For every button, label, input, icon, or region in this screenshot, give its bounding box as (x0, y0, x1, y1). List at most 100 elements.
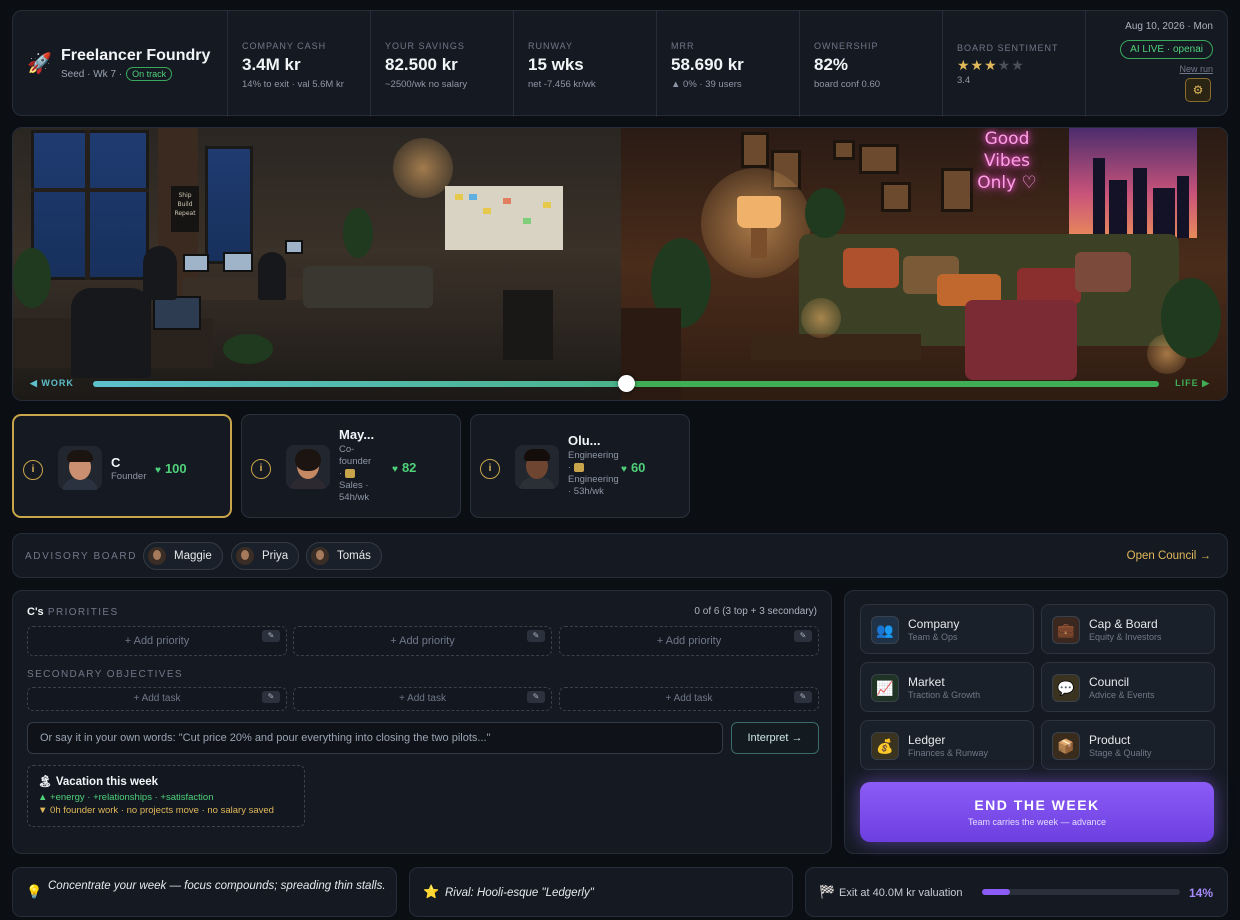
motivation-poster: Ship Build Repeat (171, 186, 199, 232)
money-bag-icon: 💰 (871, 732, 899, 760)
stat-sub: ▲ 0% · 39 users (671, 79, 742, 90)
end-week-button[interactable]: END THE WEEK Team carries the week — adv… (860, 782, 1214, 842)
end-week-label: END THE WEEK (974, 797, 1100, 813)
people-icon: 👥 (871, 616, 899, 644)
stat-value: 3.4M kr (242, 55, 301, 74)
stat-board-sentiment: BOARD SENTIMENT ★★★★★ 3.4 (942, 11, 1085, 117)
edit-icon[interactable]: ✎ (794, 630, 812, 642)
briefcase-icon: 💼 (1052, 616, 1080, 644)
stat-label: BOARD SENTIMENT (957, 43, 1059, 53)
heart-icon: ♥ (392, 464, 398, 475)
advisor-chip[interactable]: Tomás (306, 542, 382, 570)
vacation-option[interactable]: 🏝 Vacation this week ▲ +energy · +relati… (27, 765, 305, 827)
priority-count: 0 of 6 (3 top + 3 secondary) (694, 606, 817, 617)
member-name: May... (339, 427, 375, 442)
island-icon: 🏝 (38, 776, 53, 788)
open-council-link[interactable]: Open Council → (1127, 550, 1211, 562)
team-card-member[interactable]: i May... Co- founder · Sales · 54h/wk ♥ 8… (241, 414, 461, 518)
stat-label: RUNWAY (528, 41, 573, 51)
heart-icon: ♥ (155, 465, 161, 476)
settings-button[interactable]: ⚙ (1185, 78, 1211, 102)
speech-bubble-icon: 💬 (1052, 674, 1080, 702)
balance-slider-handle[interactable] (618, 375, 635, 392)
stat-sub: net -7.456 kr/wk (528, 79, 596, 90)
edit-icon[interactable]: ✎ (262, 630, 280, 642)
member-score: ♥ 100 (155, 461, 187, 476)
avatar (58, 446, 102, 490)
member-score: ♥ 60 (621, 460, 646, 475)
team-card-member[interactable]: i Olu... Engineering · Engineering · 53h… (470, 414, 690, 518)
interpret-button[interactable]: Interpret → (731, 722, 819, 754)
team-card-founder[interactable]: i C Founder ♥ 100 (12, 414, 232, 518)
nav-council[interactable]: 💬 Council Advice & Events (1041, 662, 1215, 712)
neon-sign: Good Vibes Only ♡ (977, 129, 1037, 193)
sentiment-stars: ★★★★★ (957, 57, 1085, 74)
stat-value: 82.500 kr (385, 55, 458, 74)
avatar (148, 547, 166, 565)
divider (1085, 11, 1086, 117)
balance-slider-track[interactable] (633, 381, 1159, 387)
priorities-title: C's PRIORITIES (27, 606, 119, 618)
info-icon[interactable]: i (251, 459, 271, 479)
ai-live-badge[interactable]: AI LIVE · openai (1120, 40, 1213, 59)
add-task-slot[interactable]: + Add task ✎ (559, 687, 819, 711)
nav-company[interactable]: 👥 Company Team & Ops (860, 604, 1034, 654)
balance-slider-track[interactable] (93, 381, 627, 387)
edit-icon[interactable]: ✎ (262, 691, 280, 703)
nav-market[interactable]: 📈 Market Traction & Growth (860, 662, 1034, 712)
priorities-panel: C's PRIORITIES 0 of 6 (3 top + 3 seconda… (12, 590, 832, 854)
advisory-board-bar: ADVISORY BOARD Maggie Priya Tomás Open C… (12, 533, 1228, 578)
info-icon[interactable]: i (23, 460, 43, 480)
heart-icon: ♥ (621, 464, 627, 475)
company-name: Freelancer Foundry (61, 47, 211, 64)
vacation-costs: ▼ 0h founder work · no projects move · n… (38, 805, 274, 816)
status-badge: On track (126, 67, 173, 81)
stat-mrr: MRR 58.690 kr ▲ 0% · 39 users (656, 11, 799, 117)
member-role: Co- founder · Sales · 54h/wk (339, 444, 372, 503)
star-empty-icon: ★★ (997, 57, 1025, 73)
crown-icon (573, 462, 584, 472)
stat-ownership: OWNERSHIP 82% board conf 0.60 (799, 11, 942, 117)
add-task-slot[interactable]: + Add task ✎ (27, 687, 287, 711)
tip-card: 💡 Concentrate your week — focus compound… (12, 867, 397, 917)
nav-cap-board[interactable]: 💼 Cap & Board Equity & Investors (1041, 604, 1215, 654)
new-run-link[interactable]: New run (1120, 64, 1213, 74)
rival-card: ⭐ Rival: Hooli-esque "Ledgerly" (409, 867, 793, 917)
info-icon[interactable]: i (480, 459, 500, 479)
nav-product[interactable]: 📦 Product Stage & Quality (1041, 720, 1215, 770)
edit-icon[interactable]: ✎ (527, 691, 545, 703)
edit-icon[interactable]: ✎ (527, 630, 545, 642)
stat-label: OWNERSHIP (814, 41, 879, 51)
stage-label: Seed · Wk 7 · (61, 68, 123, 80)
edit-icon[interactable]: ✎ (794, 691, 812, 703)
tip-text: Concentrate your week — focus compounds;… (48, 880, 386, 892)
member-name: Olu... (568, 433, 601, 448)
member-role: Engineering · Engineering · 53h/wk (568, 450, 619, 497)
stat-sub: board conf 0.60 (814, 79, 881, 90)
stat-sub: ~2500/wk no salary (385, 79, 468, 90)
advisor-chip[interactable]: Priya (231, 542, 300, 570)
nav-ledger[interactable]: 💰 Ledger Finances & Runway (860, 720, 1034, 770)
stat-sub: 14% to exit · val 5.6M kr (242, 79, 344, 90)
member-role: Founder (111, 471, 147, 482)
add-priority-slot[interactable]: + Add priority ✎ (559, 626, 819, 656)
stat-value: 58.690 kr (671, 55, 744, 74)
work-life-scene: Ship Build Repeat Good Vibes Only ♡ ◀ WO… (12, 127, 1228, 401)
exit-progress-card: 🏁 Exit at 40.0M kr valuation 14% (805, 867, 1228, 917)
brand: 🚀 Freelancer Foundry Seed · Wk 7 · On tr… (27, 47, 210, 81)
exit-progress-bar (982, 889, 1180, 895)
work-label: ◀ WORK (30, 378, 74, 388)
member-score: ♥ 82 (392, 460, 417, 475)
work-scene-image: Ship Build Repeat (13, 128, 621, 400)
stat-label: MRR (671, 41, 695, 51)
checkered-flag-icon: 🏁 (819, 884, 836, 899)
rival-text: Rival: Hooli-esque "Ledgerly" (445, 887, 594, 899)
vacation-benefits: ▲ +energy · +relationships · +satisfacti… (38, 792, 214, 803)
rocket-icon: 🚀 (27, 53, 52, 75)
add-priority-slot[interactable]: + Add priority ✎ (293, 626, 552, 656)
navigation-panel: 👥 Company Team & Ops 💼 Cap & Board Equit… (844, 590, 1228, 854)
add-priority-slot[interactable]: + Add priority ✎ (27, 626, 287, 656)
add-task-slot[interactable]: + Add task ✎ (293, 687, 552, 711)
advisor-chip[interactable]: Maggie (143, 542, 223, 570)
natural-language-input[interactable]: Or say it in your own words: "Cut price … (27, 722, 723, 754)
